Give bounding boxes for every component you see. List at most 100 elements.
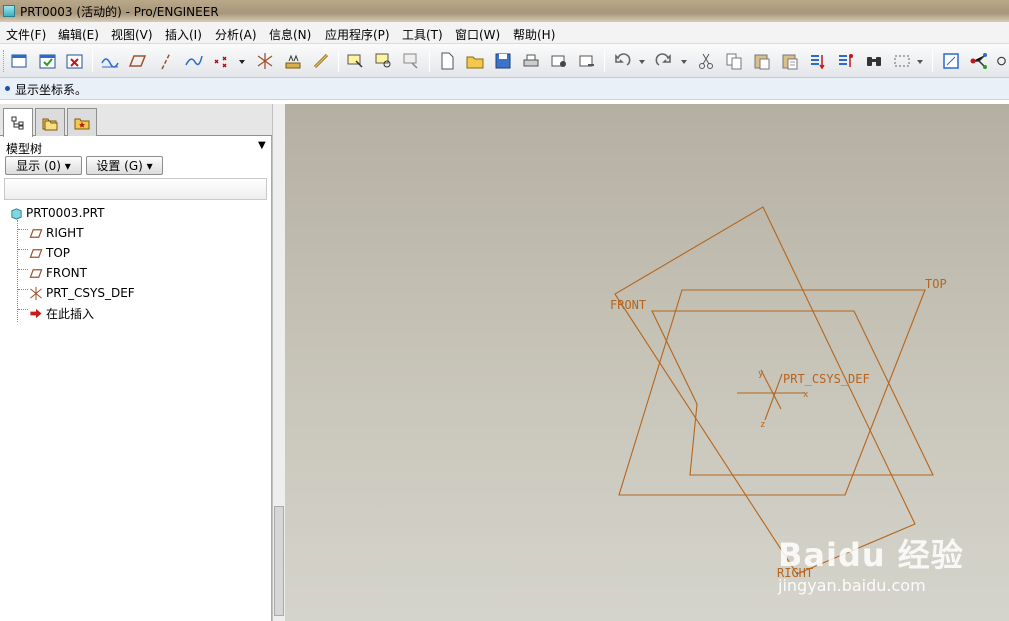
analysis-feature-icon[interactable] <box>282 50 304 72</box>
navigator-panel: 模型树 ▼ 显示 (0) ▾ 设置 (G) ▾ PRT0003.PRT RIGH… <box>0 104 272 621</box>
select-filter-icon[interactable] <box>345 50 367 72</box>
part-icon <box>8 206 24 220</box>
label-axis-x: x <box>803 390 809 400</box>
open-folder-icon[interactable] <box>464 50 486 72</box>
title-bar: PRT0003 (活动的) - Pro/ENGINEER <box>0 0 1009 22</box>
datum-plane-icon[interactable] <box>127 50 149 72</box>
settings-icon[interactable] <box>994 50 1009 72</box>
tree-filter-bar[interactable] <box>4 178 267 200</box>
label-front: FRONT <box>610 298 646 312</box>
status-message: 显示坐标系。 <box>15 83 88 97</box>
label-csys: PRT_CSYS_DEF <box>783 372 870 386</box>
tree-item-right[interactable]: RIGHT <box>28 224 84 242</box>
repaint-icon[interactable] <box>401 50 423 72</box>
activate-window-icon[interactable] <box>37 50 59 72</box>
menu-file[interactable]: 文件(F) <box>6 26 46 43</box>
model-tree-icon <box>11 116 24 130</box>
datum-plane-icon <box>28 266 44 280</box>
panel-title: 模型树 <box>6 142 43 156</box>
menu-applications[interactable]: 应用程序(P) <box>325 26 390 43</box>
tree-connector <box>18 229 28 230</box>
coordinate-system-icon[interactable] <box>254 50 276 72</box>
watermark-url: jingyan.baidu.com <box>778 576 926 595</box>
folder-browser-icon <box>42 118 58 130</box>
panel-menu-icon[interactable]: ▼ <box>258 140 266 151</box>
tree-item-label: 在此插入 <box>46 306 95 321</box>
copy-icon[interactable] <box>723 50 745 72</box>
save-icon[interactable] <box>492 50 514 72</box>
send-link-icon[interactable] <box>576 50 598 72</box>
tree-item-top[interactable]: TOP <box>28 244 70 262</box>
tree-connector <box>18 249 28 250</box>
find-icon[interactable] <box>863 50 885 72</box>
app-icon <box>3 5 15 17</box>
menu-edit[interactable]: 编辑(E) <box>58 26 99 43</box>
datum-curve-icon[interactable] <box>183 50 205 72</box>
print-icon[interactable] <box>520 50 542 72</box>
toolbar-separator <box>338 50 339 72</box>
toolbar-separator <box>604 50 605 72</box>
query-select-icon[interactable] <box>373 50 395 72</box>
tree-item-label: PRT0003.PRT <box>26 206 105 220</box>
watermark-logo: Baidu 经验 <box>778 536 964 574</box>
favorites-icon <box>74 118 90 129</box>
tree-item-insert-here[interactable]: 在此插入 <box>28 304 94 322</box>
redo-dropdown-icon[interactable] <box>678 50 690 72</box>
select-dropdown-icon[interactable] <box>914 50 926 72</box>
coordinate-system-icon <box>28 286 44 300</box>
toolbar-separator <box>92 50 93 72</box>
menu-info[interactable]: 信息(N) <box>269 26 311 43</box>
show-button[interactable]: 显示 (0) ▾ <box>5 156 82 175</box>
message-bullet-icon <box>5 86 10 91</box>
tree-connector <box>18 309 28 310</box>
redo-icon[interactable] <box>653 50 675 72</box>
datum-display-icon[interactable] <box>99 50 121 72</box>
toolbar-separator <box>932 50 933 72</box>
tree-item-label: RIGHT <box>46 226 84 240</box>
menu-analysis[interactable]: 分析(A) <box>215 26 257 43</box>
panel-splitter[interactable] <box>272 104 285 621</box>
splitter-handle[interactable] <box>274 506 284 616</box>
paste-special-icon[interactable] <box>779 50 801 72</box>
menu-insert[interactable]: 插入(I) <box>165 26 202 43</box>
send-mail-icon[interactable] <box>548 50 570 72</box>
datum-plane-icon <box>28 246 44 260</box>
regen-manager-icon[interactable] <box>835 50 857 72</box>
tree-item-front[interactable]: FRONT <box>28 264 87 282</box>
insert-arrow-icon <box>28 306 44 320</box>
toolbar-grip <box>3 50 6 72</box>
cut-icon[interactable] <box>695 50 717 72</box>
tab-folder-browser[interactable] <box>35 108 65 136</box>
link-icon[interactable] <box>310 50 332 72</box>
regenerate-icon[interactable] <box>807 50 829 72</box>
datum-plane-icon <box>28 226 44 240</box>
settings-button[interactable]: 设置 (G) ▾ <box>86 156 163 175</box>
new-window-icon[interactable] <box>9 50 31 72</box>
close-window-icon[interactable] <box>64 50 86 72</box>
label-top: TOP <box>925 277 947 291</box>
feature-icon[interactable] <box>968 50 990 72</box>
datum-point-icon[interactable] <box>211 50 233 72</box>
tree-item-label: FRONT <box>46 266 87 280</box>
undo-icon[interactable] <box>611 50 633 72</box>
tree-item-label: TOP <box>46 246 71 260</box>
message-area: 显示坐标系。 <box>0 78 1009 100</box>
tab-model-tree[interactable] <box>3 108 33 137</box>
menu-window[interactable]: 窗口(W) <box>455 26 500 43</box>
tree-connector <box>18 269 28 270</box>
sketch-icon[interactable] <box>940 50 962 72</box>
select-box-icon[interactable] <box>891 50 913 72</box>
menu-help[interactable]: 帮助(H) <box>513 26 555 43</box>
tree-item-part[interactable]: PRT0003.PRT <box>8 204 104 222</box>
label-axis-y: y <box>758 369 764 379</box>
tab-favorites[interactable] <box>67 108 97 136</box>
label-axis-z: z <box>760 420 765 430</box>
menu-tools[interactable]: 工具(T) <box>402 26 443 43</box>
new-file-icon[interactable] <box>436 50 458 72</box>
datum-axis-icon[interactable] <box>155 50 177 72</box>
dropdown-arrow-icon[interactable] <box>235 50 249 72</box>
undo-dropdown-icon[interactable] <box>636 50 648 72</box>
paste-icon[interactable] <box>751 50 773 72</box>
menu-view[interactable]: 视图(V) <box>111 26 153 43</box>
tree-item-csys[interactable]: PRT_CSYS_DEF <box>28 284 135 302</box>
